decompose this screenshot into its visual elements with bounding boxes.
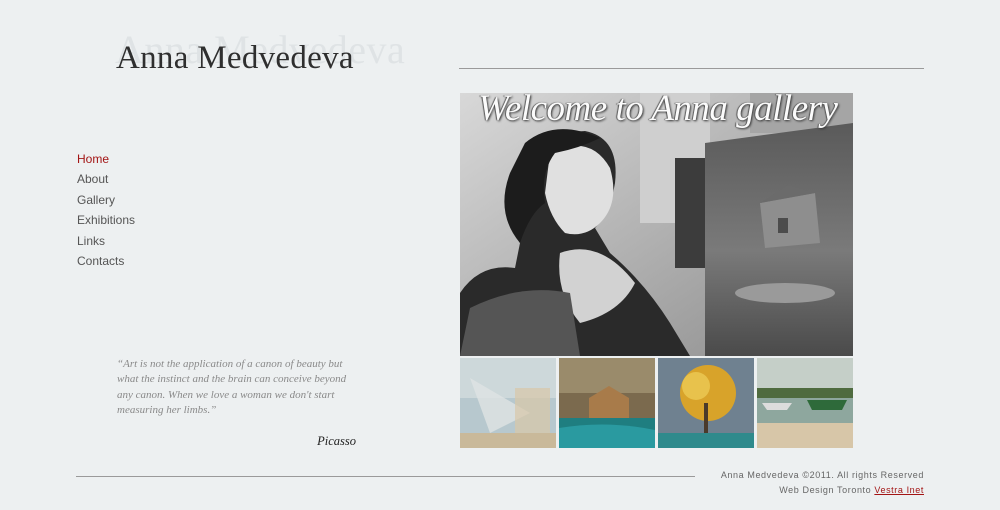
nav-item-home[interactable]: Home bbox=[77, 149, 135, 169]
hero-image: Welcome to Anna gallery bbox=[460, 93, 853, 356]
thumbnail-painting-2[interactable] bbox=[559, 358, 655, 448]
nav-item-contacts[interactable]: Contacts bbox=[77, 251, 135, 271]
quote-text: “Art is not the application of a canon o… bbox=[117, 358, 347, 416]
nav-item-links[interactable]: Links bbox=[77, 231, 135, 251]
site-title[interactable]: Anna Medvedeva bbox=[116, 40, 354, 77]
footer-credit-link[interactable]: Vestra Inet bbox=[874, 485, 924, 495]
main-nav: Home About Gallery Exhibitions Links Con… bbox=[77, 149, 135, 271]
nav-item-exhibitions[interactable]: Exhibitions bbox=[77, 210, 135, 230]
footer-copyright: Anna Medvedeva ©2011. All rights Reserve… bbox=[720, 470, 924, 480]
nav-item-about[interactable]: About bbox=[77, 169, 135, 189]
gallery-thumbnails bbox=[460, 358, 853, 448]
top-divider bbox=[459, 68, 924, 69]
bottom-divider bbox=[76, 476, 695, 477]
thumbnail-painting-3[interactable] bbox=[658, 358, 754, 448]
nav-item-gallery[interactable]: Gallery bbox=[77, 190, 135, 210]
quote-author: Picasso bbox=[317, 434, 356, 448]
thumbnail-painting-4[interactable] bbox=[757, 358, 853, 448]
footer-credit: Web Design Toronto Vestra Inet bbox=[721, 483, 924, 498]
hero-photo-artist-painting bbox=[460, 93, 853, 356]
thumbnail-painting-1[interactable] bbox=[460, 358, 556, 448]
hero-caption: Welcome to Anna gallery bbox=[478, 93, 838, 129]
footer: Anna Medvedeva ©2011. All rights Reserve… bbox=[721, 468, 924, 498]
footer-credit-text: Web Design Toronto bbox=[779, 485, 872, 495]
